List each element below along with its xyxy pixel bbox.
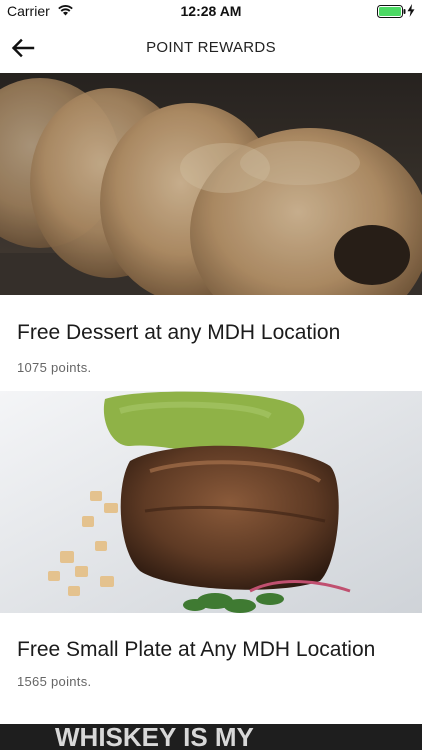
navigation-bar: POINT REWARDS	[0, 22, 422, 73]
charging-bolt-icon	[407, 4, 415, 17]
reward-title: Free Small Plate at Any MDH Location	[17, 638, 376, 661]
status-time: 12:28 AM	[180, 3, 242, 19]
reward-card-dessert[interactable]: Free Dessert at any MDH Location 1075 po…	[0, 73, 422, 391]
battery-icon	[377, 5, 406, 18]
whiskey-sign-photo: WHISKEY IS MY	[0, 724, 422, 750]
reward-card-small-plate[interactable]: Free Small Plate at Any MDH Location 156…	[0, 391, 422, 724]
reward-points: 1075 points.	[17, 360, 92, 375]
rewards-list[interactable]: Free Dessert at any MDH Location 1075 po…	[0, 73, 422, 750]
braised-meat-with-avocado-puree-photo	[0, 391, 422, 613]
reward-title: Free Dessert at any MDH Location	[17, 321, 341, 344]
status-bar: Carrier 12:28 AM	[0, 0, 422, 22]
page-title: POINT REWARDS	[146, 39, 276, 56]
reward-card-partial[interactable]: WHISKEY IS MY	[0, 724, 422, 750]
partial-banner-text: WHISKEY IS MY	[55, 724, 254, 750]
reward-points: 1565 points.	[17, 674, 92, 689]
sugar-donuts-photo	[0, 73, 422, 295]
